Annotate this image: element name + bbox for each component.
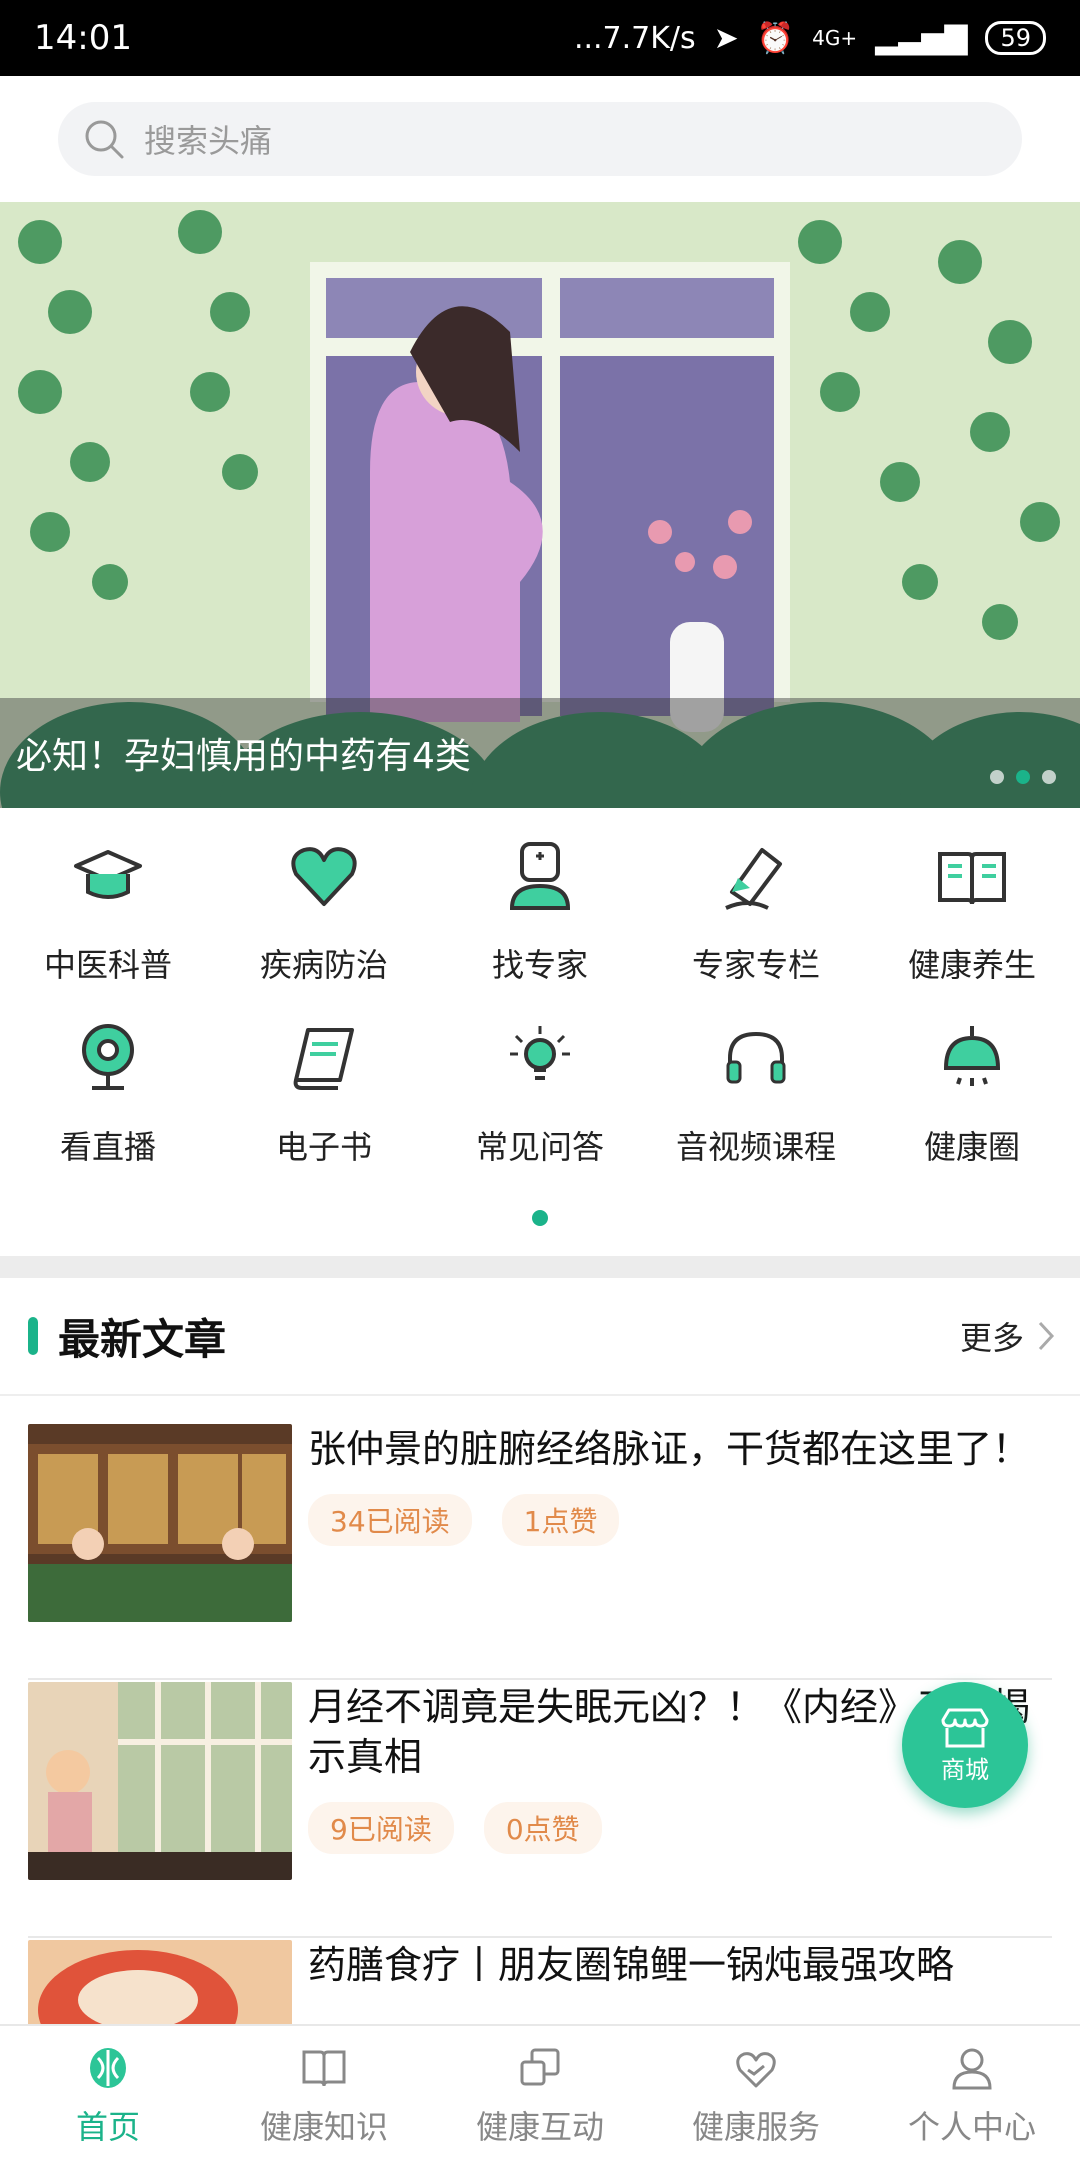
status-time: 14:01 — [34, 18, 132, 58]
read-count-badge: 9已阅读 — [308, 1802, 454, 1854]
article-stats: 9已阅读 0点赞 — [308, 1802, 1052, 1854]
article-thumbnail — [28, 1940, 292, 2024]
category-label: 中医科普 — [43, 946, 172, 984]
tab-label: 首页 — [75, 2108, 140, 2146]
category-item[interactable]: 常见问答 — [432, 990, 648, 1170]
banner-dot — [990, 770, 1004, 784]
tab-health-interaction[interactable]: 健康互动 — [432, 2026, 648, 2160]
section-accent-bar — [28, 1317, 38, 1355]
alarm-icon: ⏰ — [756, 20, 795, 56]
tab-health-service[interactable]: 健康服务 — [648, 2026, 864, 2160]
headphones-icon — [726, 1031, 786, 1084]
article-title: 张仲景的脏腑经络脉证，干货都在这里了！ — [308, 1427, 1031, 1471]
location-icon: ➤ — [713, 20, 739, 56]
article-thumbnail — [28, 1424, 292, 1622]
doctor-icon — [509, 842, 571, 910]
storefront-icon — [941, 1708, 989, 1747]
banner-carousel[interactable]: 必知！孕妇慎用的中药有4类 — [0, 202, 1080, 808]
article-body: 药膳食疗丨朋友圈锦鲤一锅炖最强攻略 — [308, 1940, 1052, 2024]
tab-personal-center[interactable]: 个人中心 — [864, 2026, 1080, 2160]
network-speed: ...7.7K/s — [573, 20, 696, 56]
user-icon — [952, 2048, 992, 2090]
open-book-icon — [302, 2050, 346, 2087]
status-bar: 14:01 ...7.7K/s ➤ ⏰ 4G+ ▂▃▅▇ 59 — [0, 0, 1080, 76]
shop-label: 商城 — [941, 1755, 989, 1784]
article-item[interactable]: 月经不调竟是失眠元凶？！《内经》三法揭示真相 9已阅读 0点赞 — [28, 1682, 1052, 1938]
tab-label: 健康知识 — [259, 2108, 388, 2146]
webcam-icon — [82, 1024, 134, 1090]
category-label: 常见问答 — [475, 1128, 604, 1166]
category-grid: 中医科普 疾病防治 找专家 专家专栏 健康养生 看直播 电子书 常见问答 音视频… — [0, 808, 1080, 1256]
chat-squares-icon — [520, 2048, 560, 2086]
heart-hand-icon — [736, 2052, 776, 2088]
article-item[interactable]: 药膳食疗丨朋友圈锦鲤一锅炖最强攻略 — [28, 1940, 1052, 2024]
section-title: 最新文章 — [58, 1314, 227, 1364]
more-link[interactable]: 更多 — [960, 1313, 1056, 1359]
banner-dot — [1016, 770, 1030, 784]
category-item[interactable]: 中医科普 — [0, 808, 216, 988]
category-item[interactable]: 疾病防治 — [216, 808, 432, 988]
bottom-tab-bar: 首页 健康知识 健康互动 健康服务 个人中心 — [0, 2024, 1080, 2160]
signal-bars-icon: ▂▃▅▇ — [875, 20, 968, 56]
article-thumbnail — [28, 1682, 292, 1880]
category-item[interactable]: 找专家 — [432, 808, 648, 988]
tab-health-knowledge[interactable]: 健康知识 — [216, 2026, 432, 2160]
tab-label: 健康互动 — [475, 2108, 604, 2146]
read-count-badge: 34已阅读 — [308, 1494, 472, 1546]
category-item[interactable]: 健康养生 — [864, 808, 1080, 988]
article-title: 药膳食疗丨朋友圈锦鲤一锅炖最强攻略 — [308, 1943, 955, 1987]
article-stats: 34已阅读 1点赞 — [308, 1494, 1052, 1546]
ebook-icon — [293, 1028, 354, 1090]
home-leaf-icon — [90, 2048, 126, 2088]
like-count-badge: 1点赞 — [501, 1494, 620, 1546]
grid-page-indicator — [532, 1210, 548, 1226]
chevron-right-icon — [1038, 1321, 1055, 1351]
banner-caption: 必知！孕妇慎用的中药有4类 — [0, 698, 1080, 808]
category-item[interactable]: 电子书 — [216, 990, 432, 1170]
graduation-cap-icon — [74, 850, 142, 899]
section-divider — [0, 1256, 1080, 1278]
tab-label: 个人中心 — [907, 2108, 1036, 2146]
article-body: 张仲景的脏腑经络脉证，干货都在这里了！ 34已阅读 1点赞 — [308, 1424, 1052, 1678]
tab-home[interactable]: 首页 — [0, 2026, 216, 2160]
category-label: 电子书 — [275, 1128, 372, 1166]
pen-icon — [725, 848, 782, 910]
category-item[interactable]: 音视频课程 — [648, 990, 864, 1170]
like-count-badge: 0点赞 — [483, 1802, 602, 1854]
category-label: 找专家 — [491, 946, 588, 984]
search-area: 搜索头痛 — [0, 76, 1080, 202]
article-item[interactable]: 张仲景的脏腑经络脉证，干货都在这里了！ 34已阅读 1点赞 — [28, 1424, 1052, 1680]
signal-text: 4G+ — [812, 26, 858, 50]
search-placeholder: 搜索头痛 — [144, 122, 273, 160]
heart-icon — [291, 847, 357, 906]
latest-articles-header: 最新文章 更多 — [0, 1278, 1080, 1396]
search-icon — [85, 120, 124, 159]
banner-dot — [1042, 770, 1056, 784]
category-label: 健康圈 — [923, 1128, 1020, 1166]
category-label: 健康养生 — [907, 946, 1036, 984]
search-input[interactable]: 搜索头痛 — [58, 102, 1022, 176]
shop-button[interactable]: 商城 — [902, 1682, 1028, 1808]
status-icons: ...7.7K/s ➤ ⏰ 4G+ ▂▃▅▇ 59 — [574, 21, 1046, 56]
category-label: 疾病防治 — [259, 946, 388, 984]
tab-label: 健康服务 — [691, 2108, 820, 2146]
category-label: 看直播 — [59, 1128, 156, 1166]
battery-icon: 59 — [985, 21, 1046, 55]
category-label: 专家专栏 — [691, 946, 820, 984]
lightbulb-icon — [510, 1026, 570, 1080]
category-item[interactable]: 健康圈 — [864, 990, 1080, 1170]
category-label: 音视频课程 — [675, 1128, 836, 1166]
more-label: 更多 — [959, 1319, 1024, 1357]
book-icon — [938, 852, 1006, 905]
category-item[interactable]: 看直播 — [0, 990, 216, 1170]
battery-level: 59 — [1000, 24, 1031, 52]
category-item[interactable]: 专家专栏 — [648, 808, 864, 988]
bell-lamp-icon — [943, 1026, 1001, 1086]
banner-indicator — [990, 770, 1056, 784]
